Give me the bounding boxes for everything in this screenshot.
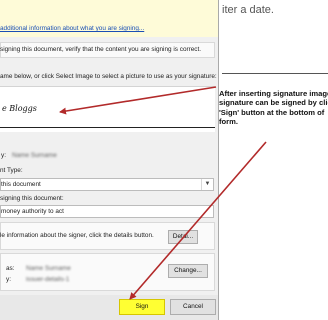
info-bar: additional information about what you ar… [0,0,218,37]
issued-by-value: issuer-details-1 [26,276,70,283]
sign-button[interactable]: Sign [119,299,165,315]
cancel-button[interactable]: Cancel [170,299,216,315]
commitment-type-select[interactable]: this document ▼ [0,178,214,191]
chevron-down-icon[interactable]: ▼ [201,179,213,190]
annotation-text: After inserting signature image signatur… [219,89,328,126]
commitment-type-value: this document [1,181,41,188]
issued-to-value: Name Surname [26,265,71,272]
additional-info-link[interactable]: additional information about what you ar… [0,25,144,32]
signature-line [0,127,215,128]
purpose-value: money authority to act [1,208,64,215]
details-button[interactable]: Detai... [168,230,198,244]
purpose-label: signing this document: [0,195,64,202]
signed-by-value: Name Surname [12,152,57,159]
change-button[interactable]: Change... [168,264,208,278]
issued-by-label: y: [6,276,11,283]
details-text: le information about the signer, click t… [0,232,154,239]
signature-image: e Bloggs [2,104,37,113]
document-text: iter a date. [222,4,274,16]
issued-to-label: as: [6,265,15,272]
document-divider [222,73,328,74]
signed-by-label: y: [1,152,6,159]
sign-dialog: additional information about what you ar… [0,0,219,320]
purpose-input[interactable]: money authority to act [0,205,214,218]
verify-text: signing this document, verify that the c… [0,46,202,53]
signature-instructions: ame below, or click Select Image to sele… [0,73,217,80]
commitment-type-label: nt Type: [0,167,23,174]
